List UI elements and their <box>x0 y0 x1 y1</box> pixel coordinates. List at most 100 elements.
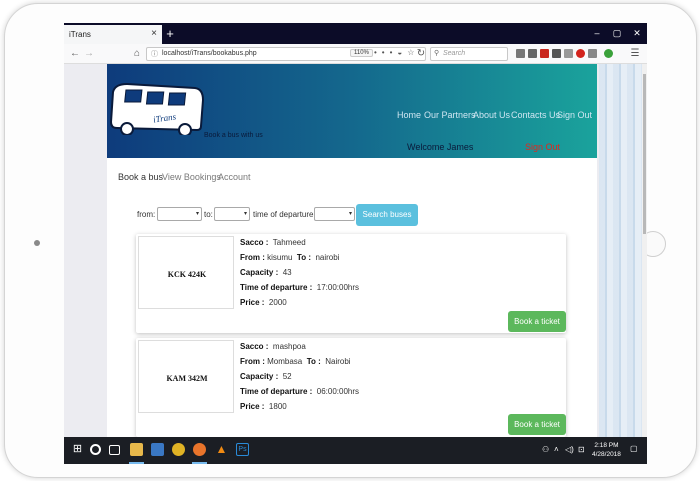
to-value: Nairobi <box>325 357 351 366</box>
windows-taskbar: ⊞ ▲ Ps ⚇ ˄ ◁) ⊡ 2:18 PM 4/28/2018 ▢ <box>64 437 647 464</box>
close-tab-icon[interactable]: × <box>151 28 157 39</box>
to-select[interactable]: ▾ <box>214 207 250 221</box>
chevron-down-icon: ▾ <box>243 211 247 217</box>
tablet-frame: iTrans × + – ▢ ✕ ← → ⌂ ⓘ localhost/iTran… <box>4 3 697 478</box>
menu-icon[interactable]: ☰ <box>628 47 642 61</box>
capacity-row: Capacity : 43 <box>240 268 292 277</box>
sidebar-icon[interactable] <box>552 49 561 58</box>
site-container: iTrans Book a bus with us Home Our Partn… <box>107 64 597 437</box>
library-icon[interactable] <box>516 49 525 58</box>
zoom-level[interactable]: 110% <box>350 49 373 57</box>
pocket-icon[interactable]: ◒ <box>397 48 407 57</box>
chevron-down-icon: ▾ <box>348 211 352 217</box>
site-header: iTrans Book a bus with us Home Our Partn… <box>107 64 597 158</box>
task-view-icon[interactable] <box>109 445 120 455</box>
page-viewport: iTrans Book a bus with us Home Our Partn… <box>64 64 642 437</box>
volume-icon[interactable]: ◁) <box>565 445 574 454</box>
pdf-extension-icon[interactable] <box>540 49 549 58</box>
sacco-value: mashpoa <box>272 342 306 351</box>
to-value: nairobi <box>315 253 340 262</box>
plate-box: KAM 342M <box>138 340 234 413</box>
file-explorer-icon[interactable] <box>130 443 143 456</box>
sign-out-link[interactable]: Sign Out <box>525 142 560 152</box>
nav-about-us[interactable]: About Us <box>473 110 510 120</box>
search-input[interactable]: ⚲ Search <box>430 47 508 61</box>
from-value: kisumu <box>267 253 293 262</box>
search-icon: ⚲ <box>434 50 440 57</box>
nav-contacts-us[interactable]: Contacts Us <box>511 110 560 120</box>
price-value: 2000 <box>268 298 287 307</box>
firefox-icon[interactable] <box>193 443 206 456</box>
notifications-icon[interactable]: ▢ <box>630 444 638 453</box>
time-select[interactable]: ▾ <box>314 207 355 221</box>
sacco-row: Sacco : mashpoa <box>240 342 306 351</box>
subnav-book-a-bus[interactable]: Book a bus <box>118 172 163 182</box>
vlc-icon[interactable]: ▲ <box>215 443 228 456</box>
sacco-value: Tahmeed <box>272 238 306 247</box>
home-icon[interactable]: ⌂ <box>130 47 144 61</box>
tab-title: iTrans <box>69 30 91 39</box>
info-icon[interactable]: ⓘ <box>151 49 158 59</box>
time-value: 17:00:00hrs <box>316 283 360 292</box>
subnav-view-bookings[interactable]: View Bookings <box>162 172 221 182</box>
chrome-icon[interactable] <box>172 443 185 456</box>
chevron-down-icon: ▾ <box>195 211 199 217</box>
store-icon[interactable] <box>151 443 164 456</box>
windows-start-icon[interactable]: ⊞ <box>71 443 84 456</box>
from-select[interactable]: ▾ <box>157 207 202 221</box>
taskbar-clock[interactable]: 2:18 PM 4/28/2018 <box>592 441 621 459</box>
cortana-icon[interactable] <box>90 444 101 455</box>
time-label: time of departure: <box>253 210 316 219</box>
subnav-account[interactable]: Account <box>218 172 251 182</box>
maximize-button[interactable]: ▢ <box>607 23 627 44</box>
time-row: Time of departure : 06:00:00hrs <box>240 387 360 396</box>
close-window-button[interactable]: ✕ <box>627 23 647 44</box>
route-row: From : Mombasa To : Nairobi <box>240 357 351 366</box>
from-label: from: <box>137 210 156 219</box>
sacco-row: Sacco : Tahmeed <box>240 238 306 247</box>
bus-logo-icon[interactable] <box>107 80 207 135</box>
scroll-thumb[interactable] <box>643 74 646 234</box>
extension-icon[interactable] <box>564 49 573 58</box>
forward-icon[interactable]: → <box>82 47 96 61</box>
people-icon[interactable]: ⚇ <box>542 445 549 454</box>
book-ticket-button[interactable]: Book a ticket <box>508 311 566 332</box>
plate-number: KAM 342M <box>166 374 208 383</box>
page-scrollbar[interactable] <box>642 64 647 437</box>
clock-date: 4/28/2018 <box>592 451 621 458</box>
welcome-text: Welcome James <box>407 142 474 152</box>
camera-dot <box>34 240 40 246</box>
time-row: Time of departure : 17:00:00hrs <box>240 283 360 292</box>
settings-extension-icon[interactable] <box>588 49 597 58</box>
background-decoration <box>599 64 642 437</box>
clock-time: 2:18 PM <box>594 442 619 449</box>
nav-our-partners[interactable]: Our Partners <box>424 110 476 120</box>
capacity-row: Capacity : 52 <box>240 372 292 381</box>
page-actions-icon[interactable]: ••• <box>374 48 397 57</box>
nav-home[interactable]: Home <box>397 110 421 120</box>
screen: iTrans × + – ▢ ✕ ← → ⌂ ⓘ localhost/iTran… <box>64 23 647 464</box>
reload-icon[interactable]: ↻ <box>414 47 428 61</box>
photoshop-icon[interactable]: Ps <box>236 443 249 456</box>
route-row: From : kisumu To : nairobi <box>240 253 340 262</box>
grammar-extension-icon[interactable] <box>604 49 613 58</box>
network-icon[interactable]: ⊡ <box>578 445 585 454</box>
book-ticket-button[interactable]: Book a ticket <box>508 414 566 435</box>
tray-chevron-icon[interactable]: ˄ <box>554 445 559 454</box>
price-row: Price : 2000 <box>240 298 287 307</box>
back-icon[interactable]: ← <box>68 47 82 61</box>
adblock-icon[interactable] <box>576 49 585 58</box>
tagline: Book a bus with us <box>204 132 263 139</box>
search-buses-button[interactable]: Search buses <box>356 204 418 226</box>
bus-card: KAM 342M Sacco : mashpoa From : Mombasa … <box>136 338 566 437</box>
from-value: Mombasa <box>267 357 303 366</box>
browser-nav-bar: ← → ⌂ ⓘ localhost/iTrans/bookabus.php 11… <box>64 44 647 64</box>
minimize-button[interactable]: – <box>587 23 607 44</box>
url-text: localhost/iTrans/bookabus.php <box>162 50 257 57</box>
url-actions: •••◒☆ <box>374 48 419 57</box>
new-tab-button[interactable]: + <box>163 25 177 42</box>
reader-icon[interactable] <box>528 49 537 58</box>
tab-itrans[interactable]: iTrans × <box>64 25 162 44</box>
nav-sign-out[interactable]: Sign Out <box>557 110 592 120</box>
active-indicator <box>129 462 144 464</box>
